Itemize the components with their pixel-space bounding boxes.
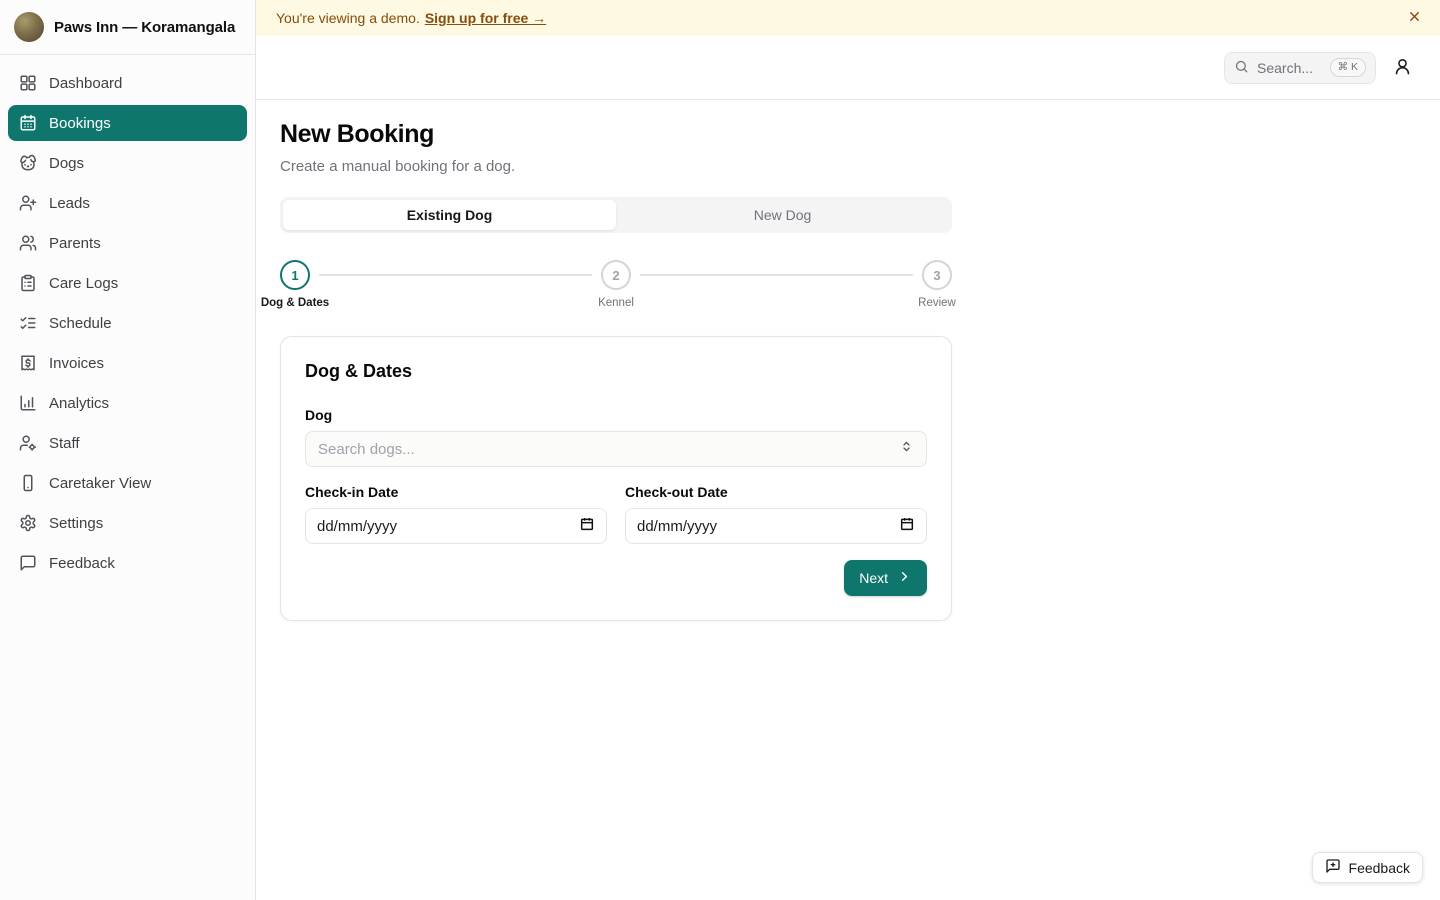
- app-root: Paws Inn — Koramangala Dashboard Bookings…: [0, 0, 1440, 900]
- user-icon: [1393, 57, 1412, 79]
- sidebar-item-settings[interactable]: Settings: [8, 505, 247, 541]
- next-button[interactable]: Next: [844, 560, 927, 596]
- right-column: You're viewing a demo. Sign up for free …: [256, 0, 1440, 900]
- stepper-step-3: 3Review: [922, 260, 952, 290]
- sidebar-item-label: Care Logs: [49, 275, 118, 292]
- user-plus-icon: [19, 194, 37, 212]
- stepper-connector: [319, 274, 592, 276]
- calendar-icon: [579, 516, 595, 536]
- dog-field-label: Dog: [305, 407, 927, 423]
- step-number: 3: [922, 260, 952, 290]
- sidebar-item-label: Bookings: [49, 115, 111, 132]
- sidebar-item-caretaker-view[interactable]: Caretaker View: [8, 465, 247, 501]
- sidebar-item-bookings[interactable]: Bookings: [8, 105, 247, 141]
- clipboard-list-icon: [19, 274, 37, 292]
- message-square-plus-icon: [1325, 858, 1341, 877]
- card-title: Dog & Dates: [305, 361, 927, 382]
- chevrons-up-down-icon: [899, 439, 914, 459]
- date-fields: Check-in Date Check-out Date dd/mm/yyyy …: [305, 484, 927, 544]
- sidebar-item-label: Dashboard: [49, 75, 122, 92]
- feedback-fab-button[interactable]: Feedback: [1312, 852, 1423, 883]
- signup-link[interactable]: Sign up for free →: [425, 10, 546, 26]
- sidebar-nav: Dashboard Bookings Dogs Leads Parents Care Lo…: [0, 55, 255, 591]
- sidebar-item-label: Leads: [49, 195, 90, 212]
- dog-dates-card: Dog & Dates Dog Search dogs... Check-in …: [280, 336, 952, 621]
- sidebar-item-label: Staff: [49, 435, 80, 452]
- sidebar-item-dashboard[interactable]: Dashboard: [8, 65, 247, 101]
- sidebar-item-label: Feedback: [49, 555, 115, 572]
- org-name: Paws Inn — Koramangala: [54, 19, 235, 36]
- user-cog-icon: [19, 434, 37, 452]
- sidebar-item-parents[interactable]: Parents: [8, 225, 247, 261]
- sidebar-item-staff[interactable]: Staff: [8, 425, 247, 461]
- sidebar-item-dogs[interactable]: Dogs: [8, 145, 247, 181]
- search-icon: [1234, 59, 1249, 77]
- sidebar-item-label: Invoices: [49, 355, 104, 372]
- search-input[interactable]: Search... ⌘ K: [1224, 52, 1376, 84]
- demo-banner: You're viewing a demo. Sign up for free …: [256, 0, 1440, 36]
- page-subtitle: Create a manual booking for a dog.: [280, 158, 952, 175]
- smartphone-icon: [19, 474, 37, 492]
- stepper-step-2: 2Kennel: [601, 260, 631, 290]
- bar-chart-icon: [19, 394, 37, 412]
- shortcut-badge: ⌘ K: [1330, 58, 1366, 77]
- step-number: 2: [601, 260, 631, 290]
- calendar-icon: [899, 516, 915, 536]
- feedback-fab-label: Feedback: [1349, 860, 1410, 876]
- org-switcher[interactable]: Paws Inn — Koramangala: [0, 0, 255, 55]
- layout-dashboard-icon: [19, 74, 37, 92]
- calendar-days-icon: [19, 114, 37, 132]
- page-title: New Booking: [280, 120, 952, 149]
- sidebar-item-label: Dogs: [49, 155, 84, 172]
- step-label: Dog & Dates: [261, 297, 329, 309]
- sidebar-item-label: Settings: [49, 515, 103, 532]
- next-button-label: Next: [859, 570, 888, 586]
- user-menu-button[interactable]: [1386, 52, 1418, 84]
- dog-icon: [19, 154, 37, 172]
- top-bar: Search... ⌘ K: [256, 36, 1440, 100]
- checkin-label: Check-in Date: [305, 484, 607, 500]
- sidebar-item-label: Caretaker View: [49, 475, 151, 492]
- sidebar-item-schedule[interactable]: Schedule: [8, 305, 247, 341]
- sidebar-item-label: Parents: [49, 235, 101, 252]
- step-number: 1: [280, 260, 310, 290]
- sidebar-item-invoices[interactable]: Invoices: [8, 345, 247, 381]
- sidebar-item-feedback[interactable]: Feedback: [8, 545, 247, 581]
- main-content: New Booking Create a manual booking for …: [256, 100, 1440, 900]
- dog-search-placeholder: Search dogs...: [318, 441, 415, 458]
- sidebar: Paws Inn — Koramangala Dashboard Bookings…: [0, 0, 256, 900]
- dog-mode-tabs: Existing DogNew Dog: [280, 197, 952, 233]
- stepper: 1Dog & Dates 2Kennel 3Review: [280, 260, 952, 290]
- close-icon: [1407, 9, 1422, 27]
- checkout-label: Check-out Date: [625, 484, 927, 500]
- users-icon: [19, 234, 37, 252]
- checkin-date-value: dd/mm/yyyy: [317, 518, 397, 535]
- tab-new-dog[interactable]: New Dog: [616, 200, 949, 230]
- checkin-date-input[interactable]: dd/mm/yyyy: [305, 508, 607, 544]
- checkout-date-input[interactable]: dd/mm/yyyy: [625, 508, 927, 544]
- sidebar-item-leads[interactable]: Leads: [8, 185, 247, 221]
- step-label: Kennel: [598, 297, 634, 309]
- org-avatar: [14, 12, 44, 42]
- demo-banner-text: You're viewing a demo.: [276, 10, 420, 26]
- message-square-icon: [19, 554, 37, 572]
- step-label: Review: [918, 297, 956, 309]
- sidebar-item-label: Analytics: [49, 395, 109, 412]
- list-checks-icon: [19, 314, 37, 332]
- banner-close-button[interactable]: [1404, 8, 1424, 28]
- stepper-step-1: 1Dog & Dates: [280, 260, 310, 290]
- sidebar-item-analytics[interactable]: Analytics: [8, 385, 247, 421]
- receipt-icon: [19, 354, 37, 372]
- sidebar-item-care-logs[interactable]: Care Logs: [8, 265, 247, 301]
- tab-existing-dog[interactable]: Existing Dog: [283, 200, 616, 230]
- dog-search-combobox[interactable]: Search dogs...: [305, 431, 927, 467]
- gear-icon: [19, 514, 37, 532]
- checkout-date-value: dd/mm/yyyy: [637, 518, 717, 535]
- stepper-connector: [640, 274, 913, 276]
- sidebar-item-label: Schedule: [49, 315, 112, 332]
- chevron-right-icon: [897, 569, 912, 587]
- search-placeholder: Search...: [1257, 60, 1313, 76]
